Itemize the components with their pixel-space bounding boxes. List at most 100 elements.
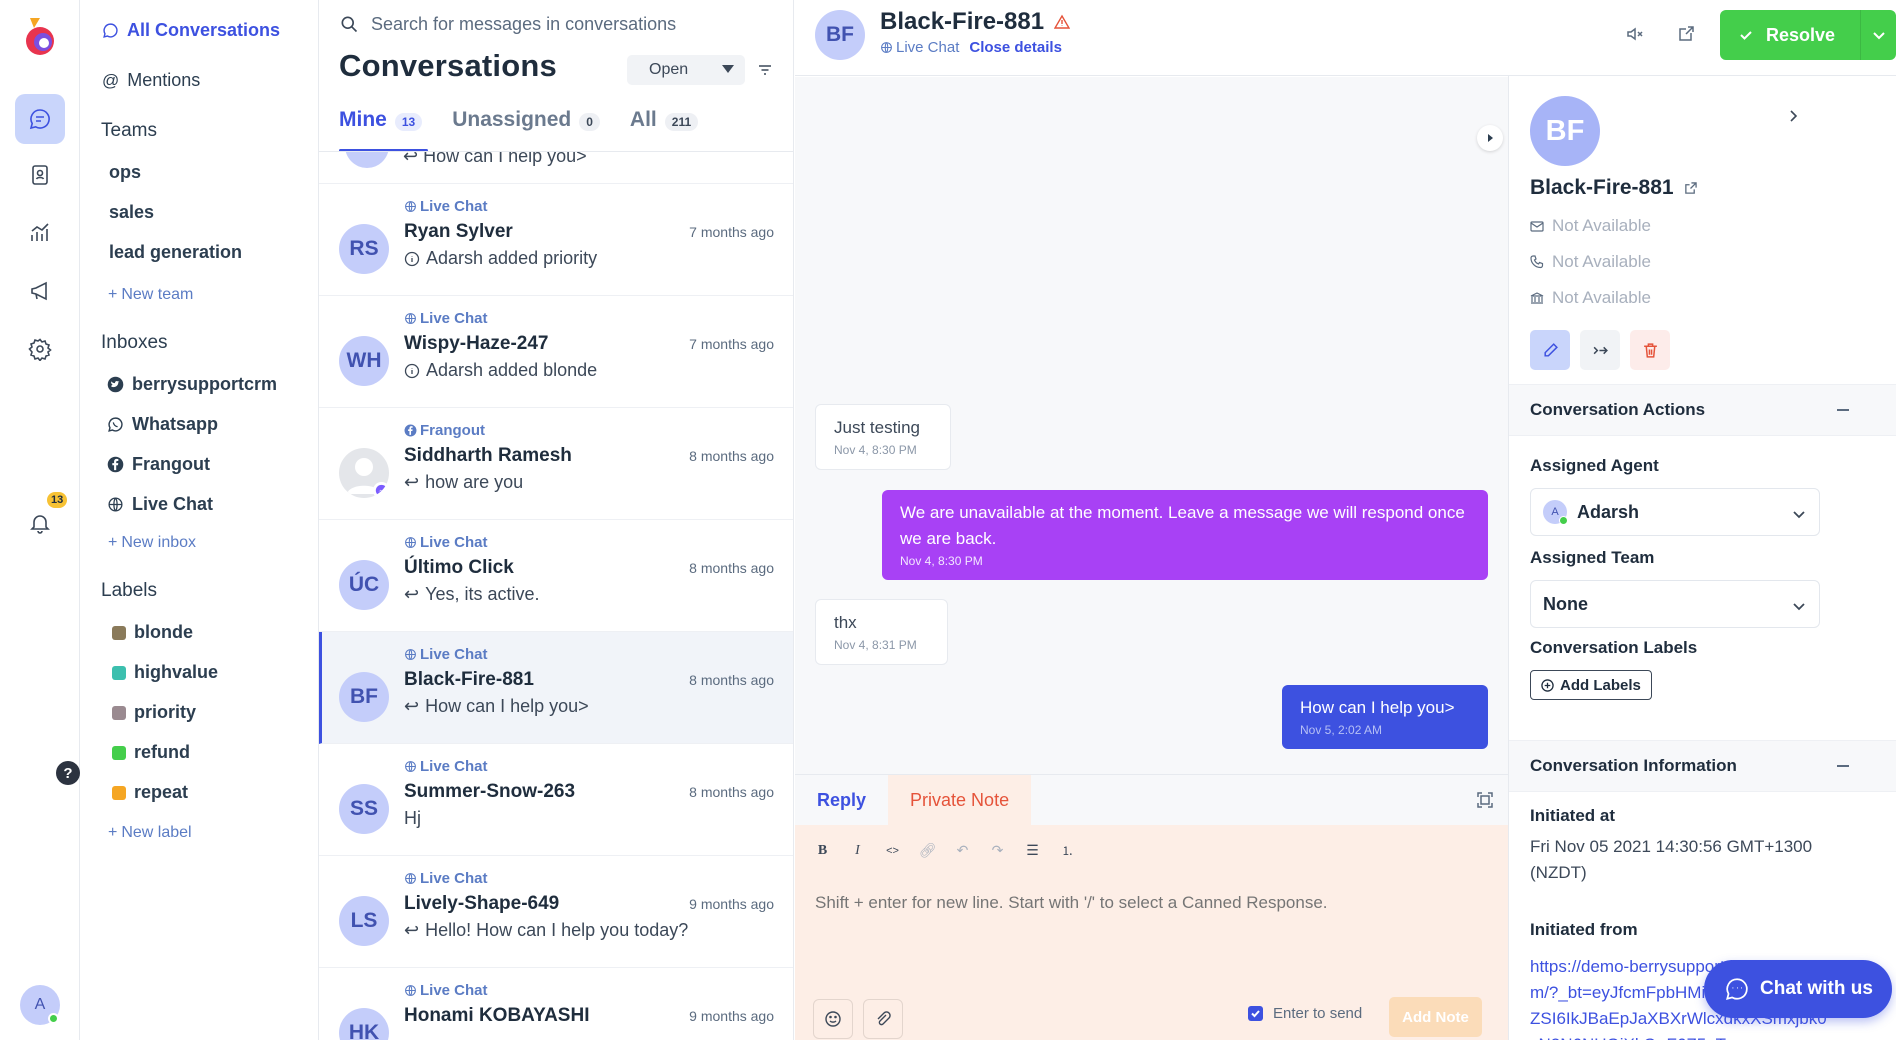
assigned-team-select[interactable]: None (1530, 580, 1820, 628)
list-item[interactable]: HK Live Chat Honami KOBAYASHI 9 months a… (319, 968, 793, 1040)
incoming-message: thx Nov 4, 8:31 PM (815, 599, 948, 665)
mute-icon[interactable] (1625, 24, 1645, 44)
collapse-icon[interactable] (1837, 765, 1849, 767)
message-preview: ↩ Yes, its active. (404, 584, 539, 605)
conversation-actions-header[interactable]: Conversation Actions (1509, 384, 1896, 436)
sidebar-inbox-frangout[interactable]: Frangout (107, 454, 210, 475)
sidebar-team-sales[interactable]: sales (109, 202, 154, 223)
enter-to-send-toggle[interactable]: Enter to send (1248, 1005, 1362, 1022)
assigned-agent-select[interactable]: A Adarsh (1530, 488, 1820, 536)
list-item[interactable]: Frangout Siddharth Ramesh ↩ how are you 8… (319, 408, 793, 520)
list-item[interactable]: SS Live Chat Summer-Snow-263 Hj 8 months… (319, 744, 793, 856)
add-note-button[interactable]: Add Note (1389, 997, 1482, 1037)
contact-name: Lively-Shape-649 (404, 893, 560, 914)
chevron-down-icon[interactable] (1870, 26, 1888, 44)
share-icon[interactable] (1676, 24, 1696, 44)
sidebar-label-priority[interactable]: priority (112, 702, 196, 723)
link-icon[interactable]: 🔗︎ (918, 841, 937, 860)
contact-company[interactable]: Not Available (1530, 288, 1651, 308)
attach-button[interactable] (863, 999, 903, 1039)
page-title: Conversations (339, 48, 557, 83)
help-icon[interactable]: ? (56, 761, 80, 785)
chat-with-us-widget-button[interactable]: Chat with us (1704, 960, 1892, 1018)
sidebar-label-highvalue[interactable]: highvalue (112, 662, 218, 683)
tab-all[interactable]: All 211 (630, 100, 699, 152)
new-label-link[interactable]: + New label (108, 824, 192, 842)
inbox-tag: Live Chat (404, 310, 488, 327)
timestamp: 9 months ago (689, 1008, 774, 1024)
emoji-button[interactable] (813, 999, 853, 1039)
reply-icon: ↩ (403, 152, 424, 166)
contact-phone[interactable]: Not Available (1530, 252, 1651, 272)
sidebar-inbox-berrysupportcrm[interactable]: berrysupportcrm (107, 374, 277, 395)
inbox-name: Live Chat (420, 758, 488, 775)
bot-message: We are unavailable at the moment. Leave … (882, 490, 1488, 580)
tab-mine[interactable]: Mine 13 (339, 100, 429, 152)
preview-text: How can I help you> (425, 696, 589, 716)
app-logo[interactable] (20, 14, 60, 58)
add-labels-button[interactable]: Add Labels (1530, 670, 1652, 700)
sidebar-all-conversations[interactable]: All Conversations (102, 20, 280, 41)
settings-nav-icon[interactable] (15, 324, 65, 374)
inbox-label: Live Chat (132, 494, 214, 514)
filter-icon[interactable] (757, 62, 773, 78)
tab-reply[interactable]: Reply (795, 775, 888, 825)
contacts-nav-icon[interactable] (15, 150, 65, 200)
close-details-link[interactable]: Close details (969, 39, 1062, 56)
message-input[interactable] (815, 893, 1495, 913)
sidebar-label-repeat[interactable]: repeat (112, 782, 188, 803)
sidebar-label-blonde[interactable]: blonde (112, 622, 193, 643)
list-item[interactable]: ÚC Live Chat Último Click ↩ Yes, its acti… (319, 520, 793, 632)
status-filter-select[interactable]: Open (627, 55, 745, 85)
sidebar-team-lead-generation[interactable]: lead generation (109, 242, 242, 263)
contact-email[interactable]: Not Available (1530, 216, 1651, 236)
sidebar-all-conversations-label: All Conversations (127, 20, 281, 40)
emoji-icon (825, 1011, 841, 1027)
list-item[interactable]: RS Live Chat Ryan Sylver Adarsh added pr… (319, 184, 793, 296)
external-link-icon[interactable] (1684, 181, 1697, 195)
expand-icon[interactable] (1476, 791, 1494, 809)
current-user-avatar[interactable]: A (20, 985, 60, 1025)
conversation-information-header[interactable]: Conversation Information (1509, 740, 1896, 792)
new-team-link[interactable]: + New team (108, 286, 193, 304)
chevron-right-icon[interactable] (1785, 108, 1801, 124)
checkbox-checked-icon[interactable] (1248, 1006, 1263, 1021)
sidebar-mentions[interactable]: @ Mentions (102, 70, 200, 91)
reports-nav-icon[interactable] (15, 208, 65, 258)
collapse-icon[interactable] (1837, 409, 1849, 411)
tab-private-note[interactable]: Private Note (888, 775, 1032, 825)
redo-icon[interactable]: ↷ (988, 841, 1007, 860)
list-item[interactable]: LS Live Chat Lively-Shape-649 ↩ Hello! Ho… (319, 856, 793, 968)
contact-details-panel: BF Black-Fire-881 Not Available Not Avai… (1508, 76, 1896, 1040)
code-icon[interactable]: <> (883, 841, 902, 860)
edit-contact-button[interactable] (1530, 330, 1570, 370)
teams-heading: Teams (101, 120, 157, 141)
tab-unassigned[interactable]: Unassigned 0 (452, 100, 600, 152)
new-inbox-link[interactable]: + New inbox (108, 534, 196, 552)
sidebar-label-refund[interactable]: refund (112, 742, 190, 763)
sidebar-team-ops[interactable]: ops (109, 162, 141, 183)
italic-icon[interactable]: I (848, 841, 867, 860)
undo-icon[interactable]: ↶ (953, 841, 972, 860)
merge-contact-button[interactable] (1580, 330, 1620, 370)
list-item[interactable]: ↩ How can I help you> (319, 152, 793, 184)
reply-icon: ↩ (404, 696, 420, 716)
inboxes-heading: Inboxes (101, 332, 168, 353)
sidebar-inbox-whatsapp[interactable]: Whatsapp (107, 414, 218, 435)
plus-icon: + (108, 824, 118, 841)
list-item[interactable]: WH Live Chat Wispy-Haze-247 Adarsh added… (319, 296, 793, 408)
delete-contact-button[interactable] (1630, 330, 1670, 370)
globe-icon (405, 537, 416, 548)
list-item-selected[interactable]: BF Live Chat Black-Fire-881 ↩ How can I h… (319, 632, 793, 744)
conversations-nav-icon[interactable] (15, 94, 65, 144)
paperclip-icon (877, 1011, 891, 1026)
avatar: BF (815, 10, 865, 60)
resolve-button[interactable]: Resolve (1720, 10, 1896, 60)
numbered-list-icon[interactable]: ⒈ (1058, 841, 1077, 860)
toggle-details-button[interactable] (1477, 125, 1503, 151)
bullet-list-icon[interactable]: ☰ (1023, 841, 1042, 860)
bold-icon[interactable]: B (813, 841, 832, 860)
sidebar-inbox-live-chat[interactable]: Live Chat (107, 494, 213, 515)
campaigns-nav-icon[interactable] (15, 266, 65, 316)
conversation-search[interactable]: Search for messages in conversations (339, 10, 773, 38)
